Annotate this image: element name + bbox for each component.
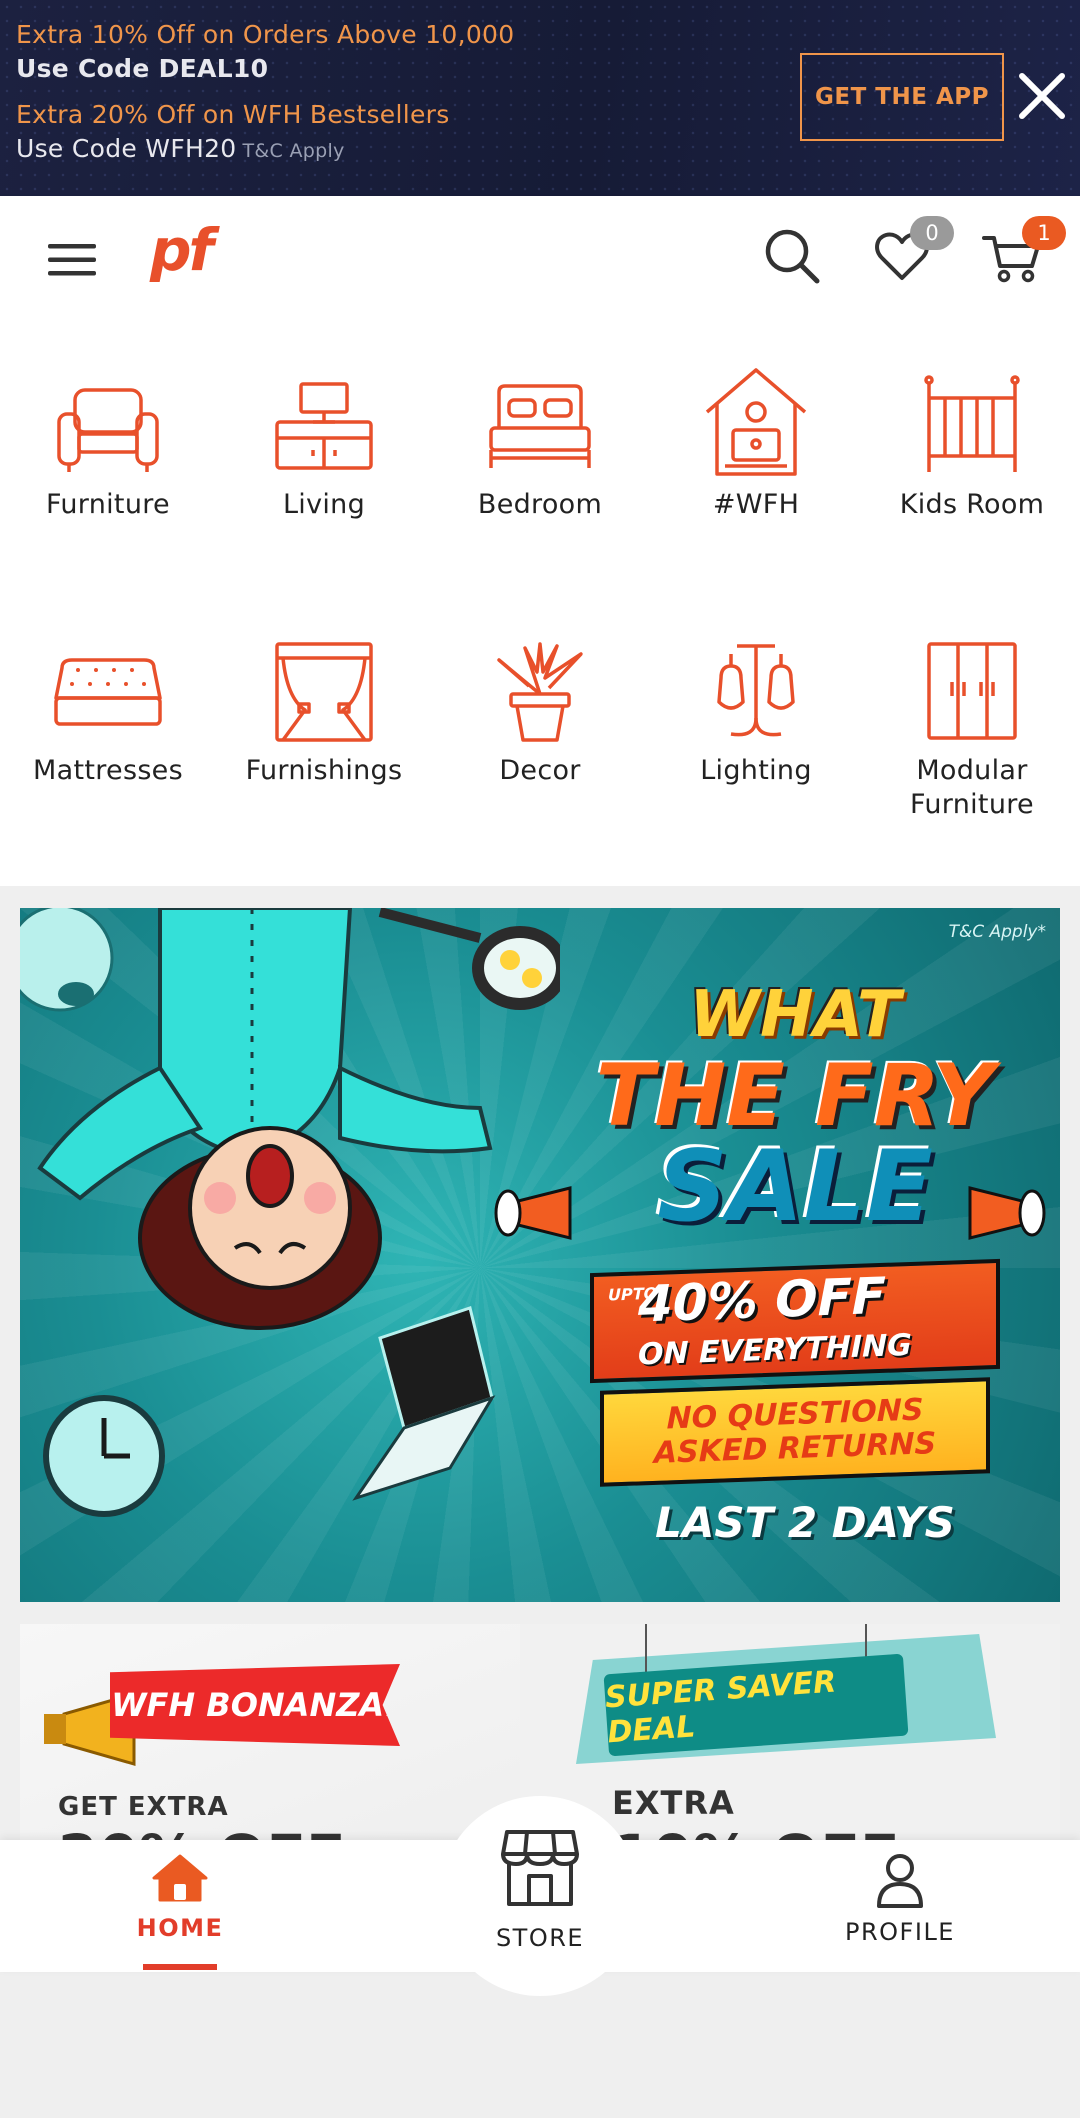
wishlist-count-badge: 0 [910, 216, 954, 250]
app-header: pf 0 1 [0, 196, 1080, 320]
promo-code-2: Use Code WFH20 [16, 134, 237, 163]
work-from-home-icon [705, 368, 807, 476]
close-icon[interactable] [1014, 68, 1070, 124]
super-saver-banner[interactable]: SUPER SAVER DEAL EXTRA 10% OFF [520, 1624, 1060, 1840]
sale-last-days: LAST 2 DAYS [655, 1498, 955, 1547]
sale-on-everything: ON EVERYTHING [638, 1327, 912, 1373]
search-icon[interactable] [762, 226, 822, 286]
menu-icon[interactable] [48, 242, 98, 278]
category-label: Bedroom [477, 489, 603, 520]
discount-box: UPTO 40% OFF ON EVERYTHING [590, 1258, 1000, 1384]
promo-code-1: Use Code DEAL10 [16, 54, 269, 83]
hero-tnc: T&C Apply* [948, 922, 1046, 942]
category-label: Lighting [700, 755, 812, 786]
category-modular-furniture[interactable]: Modular Furniture [864, 638, 1080, 822]
promo-offer-1: Extra 10% Off on Orders Above 10,000 [16, 20, 515, 49]
nav-store[interactable]: STORE [440, 1828, 640, 1952]
wall-lamp-icon [717, 644, 795, 737]
brand-logo[interactable]: pf [150, 216, 214, 284]
category-label: Living [282, 489, 366, 520]
wfh-bonanza-banner[interactable]: WFH BONANZA! GET EXTRA 20% OFF [20, 1624, 520, 1840]
category-lighting[interactable]: Lighting [648, 638, 864, 788]
nav-profile-label: PROFILE [845, 1918, 955, 1946]
super-saver-percent: 10% OFF [612, 1822, 900, 1840]
wfh-bonanza-title: WFH BONANZA! [110, 1664, 400, 1746]
wfh-percent: 20% OFF [58, 1822, 346, 1840]
get-the-app-button[interactable]: GET THE APP [800, 53, 1004, 141]
promo-text: Extra 10% Off on Orders Above 10,000 Use… [16, 18, 514, 168]
category-label: Decor [499, 755, 581, 786]
megaphone-left-icon [494, 1186, 572, 1240]
category-kids-room[interactable]: Kids Room [864, 372, 1080, 522]
category-living[interactable]: Living [216, 372, 432, 522]
megaphone-right-icon [968, 1186, 1046, 1240]
home-icon [152, 1854, 208, 1902]
wfh-get-extra: GET EXTRA [58, 1792, 229, 1822]
category-mattresses[interactable]: Mattresses [0, 638, 216, 788]
category-label: Modular Furniture [910, 755, 1034, 820]
sale-what: WHAT [689, 978, 901, 1052]
cartoon-illustration [20, 908, 560, 1517]
returns-box: NO QUESTIONS ASKED RETURNS [600, 1377, 990, 1487]
category-grid: Furniture Living Bedroom #WFH Kids Room … [0, 320, 1080, 886]
cart-count-badge: 1 [1022, 216, 1066, 250]
category-furniture[interactable]: Furniture [0, 372, 216, 522]
crib-icon [924, 375, 1020, 472]
sale-upto: UPTO [608, 1283, 658, 1305]
category-label: Furniture [46, 489, 170, 520]
promo-tnc[interactable]: T&C Apply [243, 140, 345, 162]
bed-icon [489, 384, 591, 468]
sale-hero-banner[interactable]: T&C Apply* WHAT THE FRY SALE UPTO 40% OF… [20, 908, 1060, 1602]
mattress-icon [54, 658, 162, 726]
nav-home[interactable]: HOME [80, 1852, 280, 1942]
category-bedroom[interactable]: Bedroom [432, 372, 648, 522]
store-icon [501, 1830, 579, 1906]
nav-home-label: HOME [136, 1914, 224, 1942]
nav-store-label: STORE [495, 1924, 585, 1952]
armchair-icon [57, 388, 159, 472]
plant-pot-icon [497, 642, 583, 742]
sale-headline: WHAT THE FRY SALE [575, 978, 1015, 1244]
category-label: Furnishings [245, 755, 403, 786]
active-tab-indicator [143, 1964, 217, 1970]
sale-percent: 40% OFF [638, 1266, 886, 1334]
category-wfh[interactable]: #WFH [648, 368, 864, 522]
super-saver-extra: EXTRA [612, 1784, 735, 1822]
category-decor[interactable]: Decor [432, 638, 648, 788]
profile-icon [877, 1854, 923, 1908]
category-label: Kids Room [899, 489, 1045, 520]
returns-line-2: ASKED RETURNS [653, 1426, 937, 1471]
category-label: #WFH [712, 489, 800, 520]
promo-code-2-row: Use Code WFH20 T&C Apply [16, 132, 514, 168]
curtains-icon [275, 642, 373, 742]
category-label: Mattresses [33, 755, 183, 786]
category-furnishings[interactable]: Furnishings [216, 638, 432, 788]
tv-unit-icon [275, 382, 373, 470]
sale-word: SALE [657, 1130, 933, 1244]
promo-offer-2: Extra 20% Off on WFH Bestsellers [16, 100, 450, 129]
wardrobe-icon [927, 642, 1017, 740]
nav-profile[interactable]: PROFILE [800, 1852, 1000, 1946]
promo-banner: Extra 10% Off on Orders Above 10,000 Use… [0, 0, 1080, 196]
